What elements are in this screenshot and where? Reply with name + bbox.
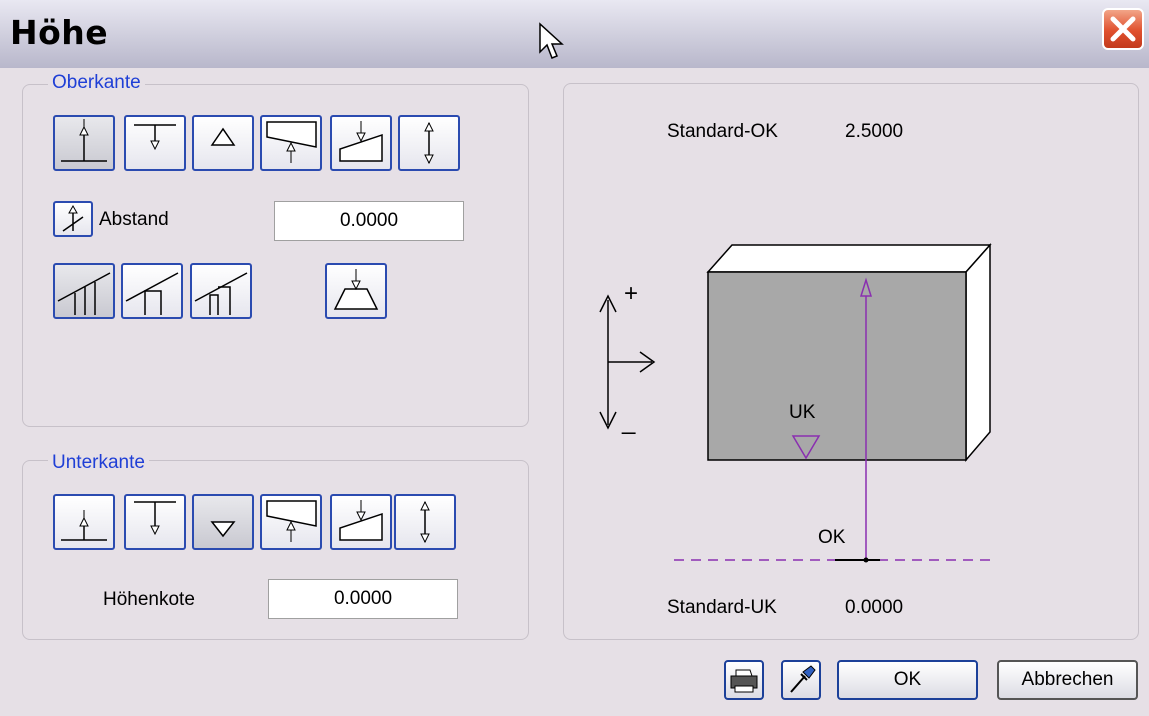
slope-up-icon [339, 500, 383, 541]
standard-uk-label: Standard-UK [667, 597, 777, 618]
minus-sign: _ [622, 408, 636, 435]
cancel-button[interactable]: Abbrechen [997, 660, 1138, 700]
top-slope-up-button[interactable] [330, 115, 392, 171]
pick-button[interactable] [781, 660, 821, 700]
oberkante-legend: Oberkante [48, 72, 145, 94]
arrow-down-top-icon [134, 124, 176, 151]
top-fix-top-button[interactable] [124, 115, 186, 171]
title-bar[interactable]: Höhe [0, 0, 1149, 68]
abstand-icon [62, 204, 84, 232]
trapezoid-button[interactable] [325, 263, 387, 319]
eyedropper-icon [790, 665, 816, 693]
ok-label: OK [818, 527, 846, 548]
roof-slope-box-icon [125, 272, 179, 315]
bottom-both-arrows-button[interactable] [394, 494, 456, 550]
standard-ok-label: Standard-OK [667, 121, 778, 142]
hoehenkote-field[interactable]: 0.0000 [268, 579, 458, 619]
roof-mode-1-button[interactable] [53, 263, 115, 319]
slope-up-icon [339, 121, 383, 162]
unterkante-legend: Unterkante [48, 452, 149, 474]
bottom-slope-down-button[interactable] [260, 494, 322, 550]
dialog-window: Höhe Oberkante Abstand 0.0000 Unterkante… [0, 0, 1149, 716]
double-arrow-icon [420, 500, 430, 544]
arrow-up-base-icon [61, 119, 107, 162]
triangle-down-icon [210, 521, 236, 538]
close-icon [1110, 16, 1136, 42]
top-both-arrows-button[interactable] [398, 115, 460, 171]
bottom-fix-top-button[interactable] [124, 494, 186, 550]
slope-down-icon [266, 121, 317, 163]
abstand-field[interactable]: 0.0000 [274, 201, 464, 241]
roof-slope-step-icon [194, 272, 248, 315]
mouse-cursor-icon [539, 22, 564, 59]
standard-uk-value: 0.0000 [845, 597, 904, 618]
top-slope-down-button[interactable] [260, 115, 322, 171]
window-title: Höhe [10, 13, 109, 52]
bottom-slope-up-button[interactable] [330, 494, 392, 550]
slope-down-icon [266, 500, 317, 542]
double-arrow-icon [424, 121, 434, 165]
preview-panel [563, 83, 1139, 640]
trapezoid-icon [333, 269, 379, 310]
printer-icon [730, 669, 758, 693]
ok-button[interactable]: OK [837, 660, 978, 700]
plus-sign: + [624, 280, 639, 307]
abstand-label: Abstand [99, 209, 169, 230]
abstand-toggle-button[interactable] [53, 201, 93, 237]
roof-mode-3-button[interactable] [190, 263, 252, 319]
standard-ok-value: 2.5000 [845, 121, 904, 142]
top-fix-bottom-button[interactable] [53, 115, 115, 171]
triangle-up-icon [210, 127, 236, 146]
print-button[interactable] [724, 660, 764, 700]
bottom-triangle-button[interactable] [192, 494, 254, 550]
uk-label: UK [789, 402, 816, 423]
top-triangle-button[interactable] [192, 115, 254, 171]
hoehenkote-label: Höhenkote [103, 589, 195, 610]
arrow-down-top-icon [134, 501, 176, 536]
bottom-fix-bottom-button[interactable] [53, 494, 115, 550]
arrow-up-base-icon [61, 510, 107, 541]
close-button[interactable] [1102, 8, 1144, 50]
roof-mode-2-button[interactable] [121, 263, 183, 319]
roof-slope-posts-icon [57, 272, 111, 315]
